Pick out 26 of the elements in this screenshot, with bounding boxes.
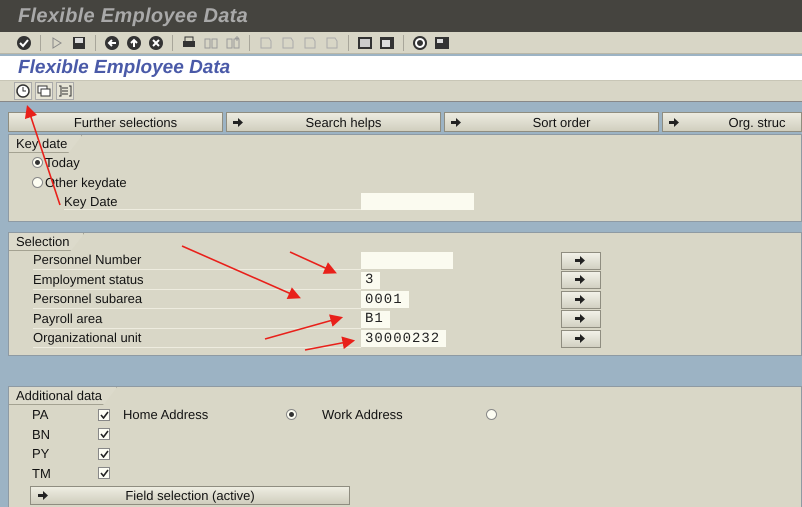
checkbox-label: TM: [32, 466, 52, 481]
input-field[interactable]: B1: [361, 310, 390, 328]
tab-button[interactable]: Sort order: [444, 112, 659, 132]
field-label: Employment status: [33, 270, 361, 290]
group-title: Additional data: [9, 387, 118, 405]
tab-button[interactable]: Org. struc: [662, 112, 802, 132]
checkbox-label: BN: [32, 426, 52, 442]
input-field[interactable]: 30000232: [361, 330, 446, 348]
input-field[interactable]: 0001: [361, 291, 409, 308]
checkbox-label: PA: [32, 407, 50, 422]
radio-label: Work Address: [322, 407, 404, 422]
field-selection-button[interactable]: Field selection (active): [30, 486, 350, 505]
field-label: Organizational unit: [33, 329, 361, 348]
radio-label: Home Address: [123, 407, 210, 422]
window-title: Flexible Employee Data: [18, 4, 248, 28]
field-label: Payroll area: [33, 310, 361, 329]
group-title: Selection: [9, 233, 84, 251]
field-label: Key Date: [64, 194, 361, 210]
screen-title: Flexible Employee Data: [18, 57, 230, 79]
group-title: Key date: [9, 135, 82, 153]
field-label: Personnel Number: [33, 251, 361, 270]
tab-button[interactable]: Search helps: [226, 112, 441, 132]
tab-button[interactable]: Further selections: [8, 112, 223, 132]
field-label: Personnel subarea: [33, 290, 361, 310]
input-field[interactable]: 3: [361, 272, 380, 289]
checkbox-label: PY: [32, 446, 50, 462]
